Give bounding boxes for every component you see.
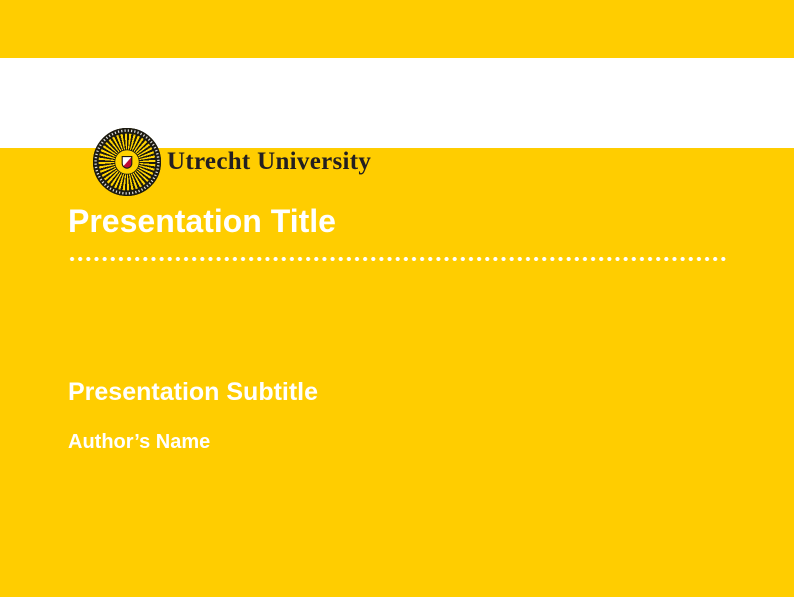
sun-seal-icon	[93, 128, 161, 196]
utrecht-university-logo	[93, 128, 161, 196]
header-band: Utrecht University	[0, 58, 794, 148]
author-name: Author’s Name	[68, 429, 210, 455]
presentation-subtitle: Presentation Subtitle	[68, 377, 318, 408]
dotted-divider	[68, 256, 729, 262]
title-slide: Utrecht University Presentation Title Pr…	[0, 0, 794, 597]
org-name: Utrecht University	[167, 148, 371, 176]
presentation-title: Presentation Title	[68, 201, 336, 241]
